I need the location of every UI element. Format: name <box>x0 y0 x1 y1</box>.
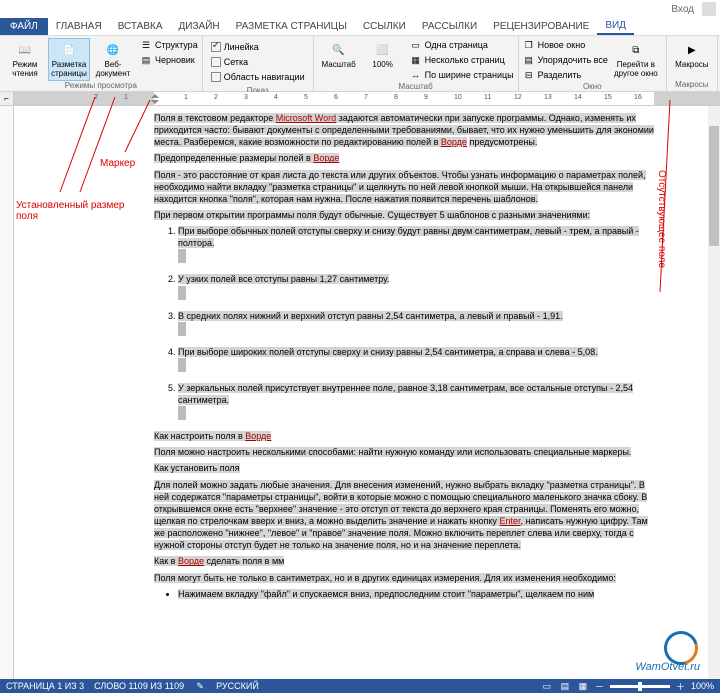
tab-design[interactable]: ДИЗАЙН <box>171 18 228 35</box>
web-layout-label: Веб-документ <box>94 61 132 79</box>
tab-file[interactable]: ФАЙЛ <box>0 18 48 35</box>
page-width-button[interactable]: ↔По ширине страницы <box>410 68 514 82</box>
checkbox-icon <box>211 42 221 52</box>
switch-windows-label: Перейти в другое окно <box>612 61 660 79</box>
print-layout-label: Разметка страницы <box>50 61 88 79</box>
arrange-icon: ▤ <box>523 54 535 66</box>
group-macros: ▶ Макросы Макросы <box>667 36 718 91</box>
link-word-4[interactable]: Ворде <box>178 556 204 566</box>
status-page[interactable]: СТРАНИЦА 1 ИЗ 3 <box>6 681 84 691</box>
link-enter[interactable]: Enter <box>499 516 520 526</box>
nav-checkbox[interactable]: Область навигации <box>211 70 305 84</box>
scrollbar-thumb[interactable] <box>709 126 719 246</box>
link-word[interactable]: Ворде <box>441 137 467 147</box>
tab-mailings[interactable]: РАССЫЛКИ <box>414 18 485 35</box>
page[interactable]: Поля в текстовом редакторе Microsoft Wor… <box>14 106 720 679</box>
switch-windows-icon: ⧉ <box>626 40 646 60</box>
new-window-button[interactable]: ❐Новое окно <box>523 38 608 52</box>
group-show: Линейка Сетка Область навигации Показ <box>203 36 314 91</box>
split-button[interactable]: ⊟Разделить <box>523 68 608 82</box>
tab-references[interactable]: ССЫЛКИ <box>355 18 414 35</box>
ribbon-tabs: ФАЙЛ ГЛАВНАЯ ВСТАВКА ДИЗАЙН РАЗМЕТКА СТР… <box>0 18 720 36</box>
multi-page-icon: ▦ <box>410 54 422 66</box>
switch-windows-button[interactable]: ⧉ Перейти в другое окно <box>610 38 662 82</box>
checkbox-icon <box>211 57 221 67</box>
group-views: 📖 Режим чтения 📄 Разметка страницы 🌐 Веб… <box>0 36 203 91</box>
link-word-3[interactable]: Ворде <box>245 431 271 441</box>
status-language[interactable]: РУССКИЙ <box>216 681 259 691</box>
draft-button[interactable]: ▤Черновик <box>140 53 198 67</box>
print-layout-button[interactable]: 📄 Разметка страницы <box>48 38 90 81</box>
page-width-icon: ↔ <box>410 69 422 81</box>
spellcheck-icon[interactable]: ✎ <box>194 680 206 692</box>
ruler-horizontal[interactable]: ⌐ 2 1 1 2 3 4 5 6 7 8 9 10 11 12 13 14 1… <box>0 92 720 106</box>
status-bar: СТРАНИЦА 1 ИЗ 3 СЛОВО 1109 ИЗ 1109 ✎ РУС… <box>0 679 720 693</box>
group-window: ❐Новое окно ▤Упорядочить все ⊟Разделить … <box>519 36 667 91</box>
view-read-icon[interactable]: ▭ <box>541 680 553 692</box>
watermark-text: WamOtvet.ru <box>635 661 700 673</box>
scrollbar-vertical[interactable] <box>708 106 720 679</box>
group-macros-label: Макросы <box>671 80 713 89</box>
link-word-2[interactable]: Ворде <box>313 153 339 163</box>
read-mode-icon: 📖 <box>15 40 35 60</box>
web-layout-button[interactable]: 🌐 Веб-документ <box>92 38 134 81</box>
zoom-in-button[interactable]: ＋ <box>676 680 685 693</box>
grid-checkbox[interactable]: Сетка <box>211 55 305 69</box>
view-web-icon[interactable]: ▦ <box>577 680 589 692</box>
indent-marker[interactable] <box>151 92 159 104</box>
split-icon: ⊟ <box>523 69 535 81</box>
macros-label: Макросы <box>675 61 708 70</box>
login-link[interactable]: Вход <box>671 4 694 15</box>
zoom-100-button[interactable]: ⬜ 100% <box>362 38 404 82</box>
one-page-icon: ▭ <box>410 39 422 51</box>
zoom-level[interactable]: 100% <box>691 681 714 691</box>
zoom-icon: 🔍 <box>329 40 349 60</box>
zoom-100-label: 100% <box>372 61 392 70</box>
document-area: Поля в текстовом редакторе Microsoft Wor… <box>0 106 720 679</box>
arrange-all-button[interactable]: ▤Упорядочить все <box>523 53 608 67</box>
tab-home[interactable]: ГЛАВНАЯ <box>48 18 110 35</box>
zoom-button[interactable]: 🔍 Масштаб <box>318 38 360 82</box>
outline-icon: ☰ <box>140 39 152 51</box>
tab-review[interactable]: РЕЦЕНЗИРОВАНИЕ <box>485 18 597 35</box>
title-bar: Вход <box>0 0 720 18</box>
group-zoom-label: Масштаб <box>318 82 514 91</box>
print-layout-icon: 📄 <box>59 40 79 60</box>
outline-button[interactable]: ☰Структура <box>140 38 198 52</box>
ribbon: 📖 Режим чтения 📄 Разметка страницы 🌐 Веб… <box>0 36 720 92</box>
new-window-icon: ❐ <box>523 39 535 51</box>
link-ms-word[interactable]: Microsoft Word <box>276 113 336 123</box>
one-page-button[interactable]: ▭Одна страница <box>410 38 514 52</box>
checkbox-icon <box>211 72 221 82</box>
multi-page-button[interactable]: ▦Несколько страниц <box>410 53 514 67</box>
read-mode-label: Режим чтения <box>6 61 44 79</box>
document-body[interactable]: Поля в текстовом редакторе Microsoft Wor… <box>154 112 660 600</box>
group-window-label: Окно <box>523 82 662 91</box>
status-words[interactable]: СЛОВО 1109 ИЗ 1109 <box>94 681 184 691</box>
zoom-slider[interactable] <box>610 685 670 688</box>
zoom-out-button[interactable]: － <box>595 680 604 693</box>
view-print-icon[interactable]: ▤ <box>559 680 571 692</box>
tab-insert[interactable]: ВСТАВКА <box>110 18 171 35</box>
draft-icon: ▤ <box>140 54 152 66</box>
ruler-scale: 2 1 1 2 3 4 5 6 7 8 9 10 11 12 13 14 15 … <box>14 92 720 105</box>
ruler-vertical[interactable] <box>0 106 14 679</box>
web-layout-icon: 🌐 <box>103 40 123 60</box>
zoom-100-icon: ⬜ <box>373 40 393 60</box>
zoom-label: Масштаб <box>321 61 355 70</box>
group-zoom: 🔍 Масштаб ⬜ 100% ▭Одна страница ▦Несколь… <box>314 36 519 91</box>
tab-view[interactable]: ВИД <box>597 18 634 35</box>
read-mode-button[interactable]: 📖 Режим чтения <box>4 38 46 81</box>
macros-icon: ▶ <box>682 40 702 60</box>
ruler-corner: ⌐ <box>0 92 14 105</box>
ruler-checkbox[interactable]: Линейка <box>211 40 305 54</box>
tab-layout[interactable]: РАЗМЕТКА СТРАНИЦЫ <box>228 18 355 35</box>
macros-button[interactable]: ▶ Макросы <box>671 38 713 80</box>
avatar[interactable] <box>702 2 716 16</box>
group-views-label: Режимы просмотра <box>4 81 198 90</box>
